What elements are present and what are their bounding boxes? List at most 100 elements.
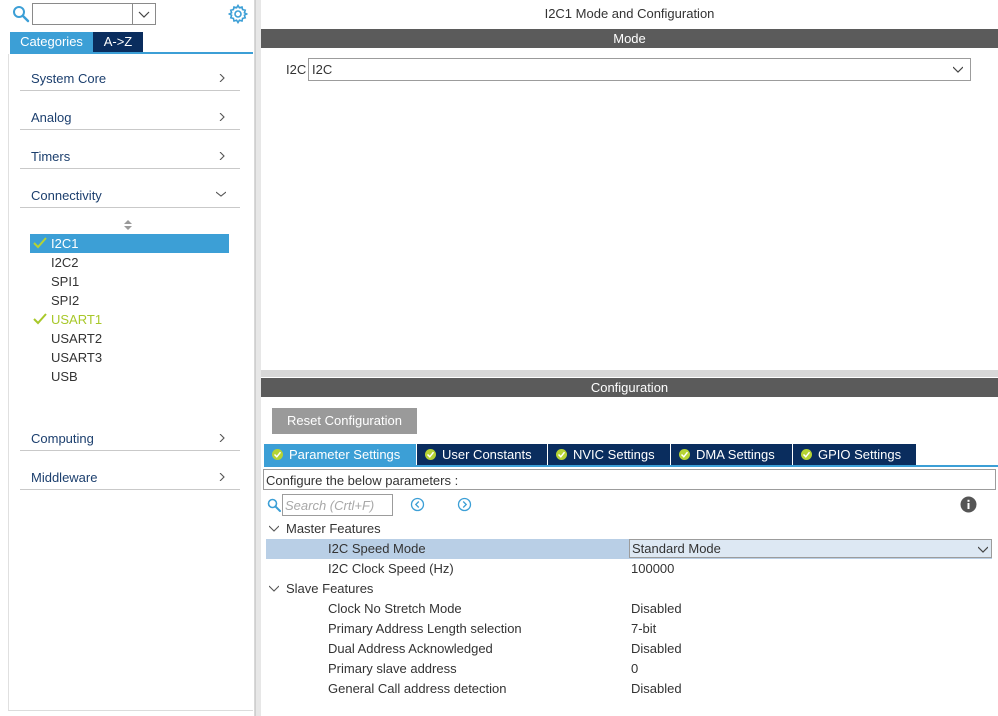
peripheral-search-input[interactable] — [32, 3, 133, 25]
tab-label: User Constants — [442, 447, 532, 462]
category-timers[interactable]: Timers — [20, 130, 240, 169]
tab-categories[interactable]: Categories — [10, 32, 93, 52]
category-label: Computing — [31, 431, 94, 446]
i2c-speed-mode-select[interactable]: Standard Mode — [629, 539, 992, 558]
peripheral-label: USB — [51, 369, 78, 384]
chevron-down-icon — [269, 525, 279, 532]
check-circle-icon — [801, 449, 812, 460]
category-analog[interactable]: Analog — [20, 91, 240, 130]
info-icon[interactable] — [960, 496, 977, 513]
peripheral-item-usart1[interactable]: USART1 — [30, 310, 229, 329]
parameter-search-input[interactable] — [283, 495, 392, 515]
param-value[interactable]: Disabled — [631, 599, 682, 619]
chevron-right-icon — [219, 152, 225, 160]
group-label: Master Features — [286, 521, 381, 536]
check-circle-icon — [272, 449, 283, 460]
peripheral-label: USART1 — [51, 312, 103, 327]
tab-dma-settings[interactable]: DMA Settings — [671, 444, 792, 465]
gear-icon[interactable] — [227, 3, 249, 25]
page-title: I2C1 Mode and Configuration — [544, 6, 715, 21]
category-computing[interactable]: Computing — [20, 412, 240, 451]
tab-user-constants[interactable]: User Constants — [417, 444, 547, 465]
chevron-down-icon — [953, 66, 963, 73]
search-icon — [267, 498, 281, 512]
param-value[interactable]: 100000 — [631, 559, 674, 579]
previous-match-icon[interactable] — [410, 497, 425, 512]
tab-label: DMA Settings — [696, 447, 775, 462]
peripheral-item-usb[interactable]: USB — [30, 367, 229, 386]
tab-label: GPIO Settings — [818, 447, 902, 462]
param-value[interactable]: Disabled — [631, 639, 682, 659]
category-system-core[interactable]: System Core — [20, 52, 240, 91]
group-label: Slave Features — [286, 581, 374, 596]
peripheral-item-spi1[interactable]: SPI1 — [30, 272, 229, 291]
tab-gpio-settings[interactable]: GPIO Settings — [793, 444, 916, 465]
peripheral-item-i2c1[interactable]: I2C1 — [30, 234, 229, 253]
panel-border — [8, 710, 253, 711]
category-connectivity[interactable]: Connectivity — [20, 169, 240, 208]
category-label: Middleware — [31, 470, 98, 485]
param-name: I2C Clock Speed (Hz) — [328, 561, 454, 576]
chevron-right-icon — [219, 113, 225, 121]
param-row-primary-slave-address[interactable]: Primary slave address 0 — [266, 659, 992, 679]
peripheral-item-usart2[interactable]: USART2 — [30, 329, 229, 348]
param-row-general-call[interactable]: General Call address detection Disabled — [266, 679, 992, 699]
category-middleware[interactable]: Middleware — [20, 451, 240, 490]
check-circle-icon — [679, 449, 690, 460]
check-icon — [33, 313, 47, 325]
tab-nvic-settings[interactable]: NVIC Settings — [548, 444, 670, 465]
peripheral-label: I2C1 — [51, 236, 79, 251]
tab-label: Parameter Settings — [289, 447, 401, 462]
param-row-i2c-speed-mode[interactable]: I2C Speed Mode Standard Mode — [266, 539, 992, 559]
peripheral-item-usart3[interactable]: USART3 — [30, 348, 229, 367]
peripheral-item-i2c2[interactable]: I2C2 — [30, 253, 229, 272]
left-panel: Categories A->Z System Core Analog Timer… — [0, 0, 255, 716]
stm32cube-pinout-view: Categories A->Z System Core Analog Timer… — [0, 0, 998, 716]
param-name: Dual Address Acknowledged — [328, 641, 493, 656]
param-name: Primary Address Length selection — [328, 621, 522, 636]
parameter-search-field — [282, 494, 393, 516]
configuration-header: Configuration — [261, 378, 998, 397]
reset-configuration-button[interactable]: Reset Configuration — [272, 408, 417, 434]
peripheral-label: SPI1 — [51, 274, 80, 289]
param-name: Primary slave address — [328, 661, 457, 676]
chevron-down-icon — [138, 11, 150, 18]
peripheral-item-spi2[interactable]: SPI2 — [30, 291, 229, 310]
peripheral-label: SPI2 — [51, 293, 80, 308]
mode-select-value: I2C — [312, 62, 333, 77]
next-match-icon[interactable] — [457, 497, 472, 512]
check-circle-icon — [425, 449, 436, 460]
chevron-down-icon — [216, 191, 226, 197]
param-row-i2c-clock-speed[interactable]: I2C Clock Speed (Hz) 100000 — [266, 559, 992, 579]
param-row-dual-address[interactable]: Dual Address Acknowledged Disabled — [266, 639, 992, 659]
peripheral-label: I2C2 — [51, 255, 79, 270]
param-row-clock-no-stretch[interactable]: Clock No Stretch Mode Disabled — [266, 599, 992, 619]
tab-a-to-z[interactable]: A->Z — [93, 32, 143, 52]
instructions-box: Configure the below parameters : — [263, 469, 996, 490]
tab-underline — [264, 465, 998, 467]
param-value[interactable]: 7-bit — [631, 619, 656, 639]
tab-parameter-settings[interactable]: Parameter Settings — [264, 444, 416, 465]
category-label: Timers — [31, 149, 71, 164]
category-label: Connectivity — [31, 188, 102, 203]
category-label: System Core — [31, 71, 107, 86]
chevron-down-icon — [269, 585, 279, 592]
splitter[interactable] — [261, 370, 998, 377]
param-value[interactable]: 0 — [631, 659, 638, 679]
check-icon — [33, 237, 47, 249]
param-value[interactable]: Disabled — [631, 679, 682, 699]
peripheral-label: USART2 — [51, 331, 103, 346]
search-history-dropdown[interactable] — [133, 3, 156, 25]
chevron-right-icon — [219, 473, 225, 481]
mode-header: Mode — [261, 29, 998, 48]
chevron-right-icon — [219, 74, 225, 82]
chevron-down-icon — [978, 546, 988, 553]
chevron-right-icon — [219, 434, 225, 442]
sort-icon[interactable] — [123, 219, 133, 231]
search-icon — [12, 5, 30, 23]
param-name: Clock No Stretch Mode — [328, 601, 462, 616]
left-tab-bar: Categories A->Z — [10, 32, 143, 52]
param-row-primary-address-length[interactable]: Primary Address Length selection 7-bit — [266, 619, 992, 639]
i2c-mode-select[interactable]: I2C — [308, 58, 971, 81]
tab-label: NVIC Settings — [573, 447, 655, 462]
